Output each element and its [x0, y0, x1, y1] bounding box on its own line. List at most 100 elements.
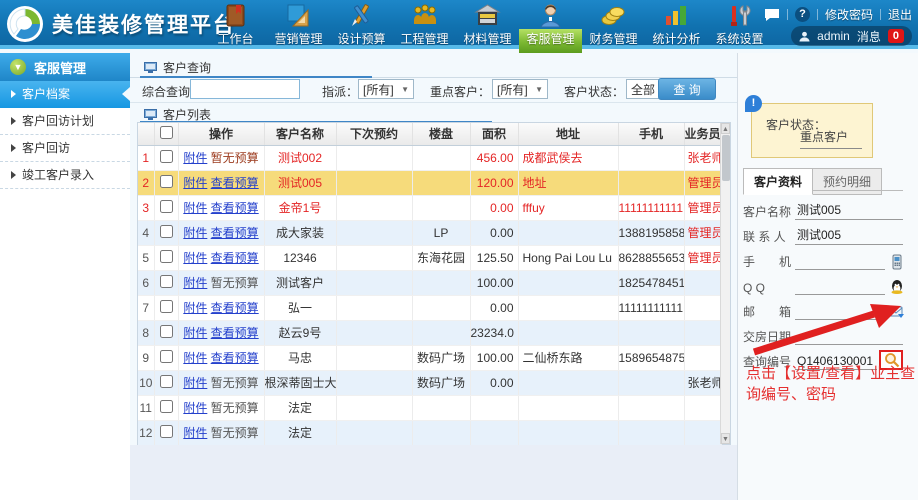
table-row[interactable]: 2附件 查看预算测试005120.00地址管理员: [138, 170, 721, 195]
row-checkbox[interactable]: [160, 200, 173, 213]
field-value[interactable]: [795, 293, 885, 295]
column-header-下次预约[interactable]: 下次预约: [336, 123, 412, 145]
nav-item-客服管理[interactable]: 客服管理: [519, 0, 582, 49]
sidebar-item-客户档案[interactable]: 客户档案: [0, 81, 130, 108]
row-actions: 附件 查看预算: [178, 170, 264, 195]
nav-item-材料管理[interactable]: 材料管理: [456, 0, 519, 49]
search-button[interactable]: 查 询: [658, 78, 716, 100]
field-value[interactable]: [795, 268, 885, 270]
view-budget-link[interactable]: 查看预算: [211, 201, 259, 215]
table-row[interactable]: 9附件 查看预算马忠数码广场100.00二仙桥东路15896548754: [138, 345, 721, 370]
logout-link[interactable]: 退出: [888, 6, 912, 23]
row-checkbox[interactable]: [160, 350, 173, 363]
table-row[interactable]: 1附件 暂无预算测试002456.00成都武侯去张老师: [138, 145, 721, 170]
row-checkbox[interactable]: [160, 425, 173, 438]
column-header-操作[interactable]: 操作: [178, 123, 264, 145]
scroll-down-arrow[interactable]: ▼: [721, 433, 730, 444]
sidebar-item-客户回访计划[interactable]: 客户回访计划: [0, 108, 130, 135]
messages-badge[interactable]: 0: [888, 29, 904, 43]
nav-item-营销管理[interactable]: 营销管理: [267, 0, 330, 49]
vip-select-value: [所有]: [497, 81, 528, 98]
estate: [412, 320, 470, 345]
field-value[interactable]: 测试005: [795, 226, 903, 245]
message-bubble-icon[interactable]: [764, 8, 780, 22]
row-checkbox[interactable]: [160, 250, 173, 263]
column-header-业务员[interactable]: 业务员: [684, 123, 721, 145]
column-header-客户名称[interactable]: 客户名称: [264, 123, 336, 145]
row-checkbox[interactable]: [160, 400, 173, 413]
table-scrollbar[interactable]: ▲ ▼: [720, 123, 730, 444]
view-budget-link[interactable]: 查看预算: [211, 176, 259, 190]
column-header-地址[interactable]: 地址: [518, 123, 618, 145]
column-header-手机[interactable]: 手机: [618, 123, 684, 145]
table-row[interactable]: 8附件 查看预算赵云9号23234.0: [138, 320, 721, 345]
nav-item-工程管理[interactable]: 工程管理: [393, 0, 456, 49]
qq-icon[interactable]: [889, 279, 905, 295]
row-number: 3: [138, 195, 154, 220]
customer-detail-panel: ! 客户状态： 重点客户 客户资料预约明细 客户名称测试005联 系 人测试00…: [737, 53, 918, 500]
row-checkbox[interactable]: [160, 325, 173, 338]
attachment-link[interactable]: 附件: [183, 351, 207, 365]
table-row[interactable]: 7附件 查看预算弘一0.0011111111111: [138, 295, 721, 320]
row-checkbox[interactable]: [160, 225, 173, 238]
row-checkbox[interactable]: [160, 300, 173, 313]
attachment-link[interactable]: 附件: [183, 251, 207, 265]
vip-select[interactable]: [所有]▼: [492, 79, 548, 99]
sidebar-item-竣工客户录入[interactable]: 竣工客户录入: [0, 162, 130, 189]
detail-tab-客户资料[interactable]: 客户资料: [743, 168, 813, 195]
change-password-link[interactable]: 修改密码: [825, 6, 873, 23]
column-header-面积[interactable]: 面积: [470, 123, 518, 145]
row-checkbox[interactable]: [160, 375, 173, 388]
tab-customer-query[interactable]: 客户查询: [144, 59, 211, 76]
messages-link[interactable]: 消息: [857, 28, 881, 45]
nav-item-系统设置[interactable]: 系统设置: [708, 0, 771, 49]
chevron-down-icon: ▼: [10, 59, 26, 75]
row-checkbox[interactable]: [160, 175, 173, 188]
table-row[interactable]: 11附件 暂无预算法定: [138, 395, 721, 420]
view-budget-link[interactable]: 查看预算: [211, 251, 259, 265]
attachment-link[interactable]: 附件: [183, 301, 207, 315]
attachment-link[interactable]: 附件: [183, 176, 207, 190]
attachment-link[interactable]: 附件: [183, 401, 207, 415]
attachment-link[interactable]: 附件: [183, 276, 207, 290]
attachment-link[interactable]: 附件: [183, 151, 207, 165]
help-icon[interactable]: ?: [795, 7, 810, 22]
table-row[interactable]: 5附件 查看预算12346东海花园125.50Hong Pai Lou Lu86…: [138, 245, 721, 270]
attachment-link[interactable]: 附件: [183, 326, 207, 340]
attachment-link[interactable]: 附件: [183, 226, 207, 240]
combined-query-input[interactable]: [190, 79, 300, 99]
phone-icon[interactable]: [889, 254, 905, 270]
nav-item-设计预算[interactable]: 设计预算: [330, 0, 393, 49]
sidebar-header[interactable]: ▼ 客服管理: [0, 53, 130, 81]
field-value[interactable]: [795, 343, 903, 345]
triangle-bullet-icon: [11, 117, 16, 125]
select-all-checkbox[interactable]: [160, 126, 173, 139]
field-value[interactable]: [795, 318, 885, 320]
table-row[interactable]: 12附件 暂无预算法定: [138, 420, 721, 445]
table-row[interactable]: 3附件 查看预算金帝1号0.00fffuy11111111111管理员: [138, 195, 721, 220]
scrollbar-thumb[interactable]: [722, 135, 730, 181]
attachment-link[interactable]: 附件: [183, 376, 207, 390]
next-appointment: [336, 145, 412, 170]
view-budget-link[interactable]: 查看预算: [211, 226, 259, 240]
row-checkbox[interactable]: [160, 275, 173, 288]
scroll-up-arrow[interactable]: ▲: [721, 123, 730, 134]
no-budget-label: 暂无预算: [211, 426, 259, 440]
table-row[interactable]: 4附件 查看预算成大家装LP0.0013881958587管理员: [138, 220, 721, 245]
attachment-link[interactable]: 附件: [183, 426, 207, 440]
table-row[interactable]: 10附件 暂无预算根深蒂固士大数码广场0.00张老师: [138, 370, 721, 395]
field-value[interactable]: 测试005: [795, 201, 903, 220]
sidebar-item-客户回访[interactable]: 客户回访: [0, 135, 130, 162]
column-header-楼盘[interactable]: 楼盘: [412, 123, 470, 145]
view-budget-link[interactable]: 查看预算: [211, 326, 259, 340]
view-budget-link[interactable]: 查看预算: [211, 301, 259, 315]
table-row[interactable]: 6附件 暂无预算测试客户100.0018254784512: [138, 270, 721, 295]
view-budget-link[interactable]: 查看预算: [211, 351, 259, 365]
nav-item-统计分析[interactable]: 统计分析: [645, 0, 708, 49]
mail-icon[interactable]: [889, 304, 905, 320]
assign-select[interactable]: [所有]▼: [358, 79, 414, 99]
nav-item-工作台[interactable]: 工作台: [204, 0, 267, 49]
attachment-link[interactable]: 附件: [183, 201, 207, 215]
row-checkbox[interactable]: [160, 150, 173, 163]
nav-item-财务管理[interactable]: 财务管理: [582, 0, 645, 49]
